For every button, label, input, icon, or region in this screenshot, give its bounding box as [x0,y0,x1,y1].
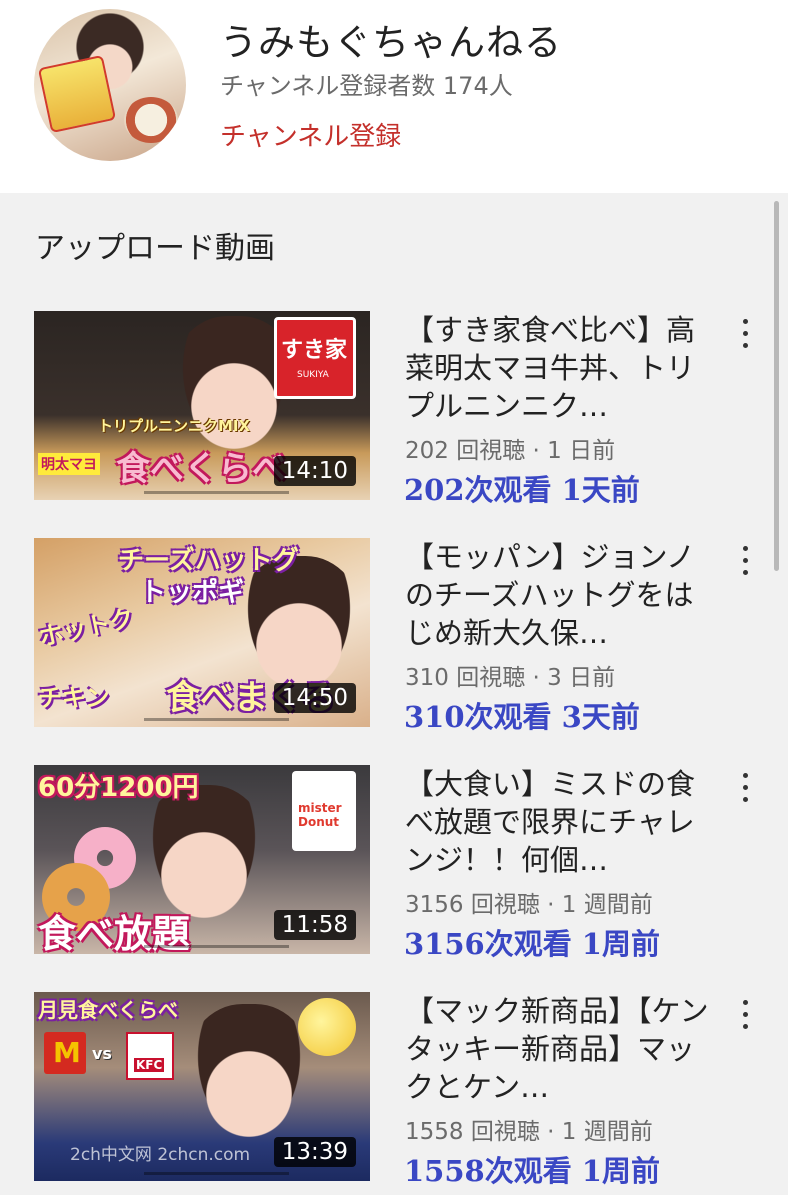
video-item[interactable]: mister Donut 60分1200円 食べ放題 11:58 【大食い】ミス… [0,765,788,961]
video-title[interactable]: 【すき家食べ比べ】高菜明太マヨ牛丼、トリプルニンニク… [405,311,710,425]
video-meta-translation: 310次观看 3天前 [404,700,640,734]
more-options-icon[interactable] [733,996,757,1032]
channel-header: うみもぐちゃんねる チャンネル登録者数 174人 チャンネル登録 [0,0,788,193]
video-meta: 1558 回視聴 · 1 週間前 [405,1119,653,1145]
video-item[interactable]: すき家 SUKIYA トリプルニンニクMIX 明太マヨ 食べくらべ 14:10 … [0,311,788,507]
mister-donut-logo: mister Donut [292,771,356,851]
avatar-badge-decoration [37,54,117,134]
subscribe-button[interactable]: チャンネル登録 [220,116,401,153]
sukiya-logo-text: すき家 [281,338,348,363]
mcdonalds-logo: M [44,1032,86,1074]
avatar-food-decoration [124,97,178,143]
video-title[interactable]: 【大食い】ミスドの食べ放題で限界にチャレンジ！！何個… [405,765,710,879]
thumbnail-caption-tag: 明太マヨ [38,453,100,475]
sukiya-logo-sub: SUKIYA [297,370,329,380]
subscriber-count: チャンネル登録者数 174人 [220,72,513,100]
thumbnail-progress-bar [144,945,289,948]
video-duration: 14:10 [273,456,356,486]
sukiya-logo: すき家 SUKIYA [274,317,356,399]
more-options-icon[interactable] [733,315,757,351]
kfc-logo: KFC [126,1032,174,1080]
video-duration: 13:39 [273,1137,356,1167]
thumbnail-caption-4: チキン [38,684,110,712]
thumbnail-caption-3: ホットク [36,604,137,652]
video-meta: 202 回視聴 · 1 日前 [405,438,616,464]
thumbnail-caption-2: トッポギ [140,578,245,608]
video-duration: 11:58 [273,910,356,940]
mcdonalds-logo-text: M [53,1036,81,1069]
video-thumbnail[interactable]: すき家 SUKIYA トリプルニンニクMIX 明太マヨ 食べくらべ 14:10 [34,311,370,500]
channel-avatar[interactable] [34,9,186,161]
kfc-logo-text: KFC [134,1058,165,1072]
channel-name: うみもぐちゃんねる [220,21,562,64]
thumbnail-progress-bar [144,718,289,721]
mister-donut-logo-text: mister Donut [298,801,342,829]
uploads-section: アップロード動画 すき家 SUKIYA トリプルニンニクMIX 明太マヨ 食べく… [0,193,788,1195]
moon-decoration [298,998,356,1056]
thumbnail-person [184,1004,314,1154]
video-meta-translation: 3156次观看 1周前 [404,927,660,961]
watermark: 2ch中文网 2chcn.com [70,1145,251,1165]
section-title: アップロード動画 [35,231,275,266]
video-duration: 14:50 [273,683,356,713]
vs-label: vs [92,1044,112,1063]
thumbnail-caption: 食べくらべ [116,449,286,489]
thumbnail-caption-top: 月見食べくらべ [38,998,178,1022]
video-item[interactable]: チーズハットグ トッポギ ホットク チキン 食べまくる 14:50 【モッパン】… [0,538,788,734]
video-title[interactable]: 【モッパン】ジョンノのチーズハットグをはじめ新大久保… [405,538,710,652]
video-thumbnail[interactable]: mister Donut 60分1200円 食べ放題 11:58 [34,765,370,954]
thumbnail-caption-small: トリプルニンニクMIX [98,417,251,435]
video-meta-translation: 1558次观看 1周前 [404,1154,660,1188]
video-meta-translation: 202次观看 1天前 [404,473,640,507]
video-thumbnail[interactable]: チーズハットグ トッポギ ホットク チキン 食べまくる 14:50 [34,538,370,727]
thumbnail-progress-bar [144,1172,289,1175]
more-options-icon[interactable] [733,769,757,805]
thumbnail-caption-top: 60分1200円 [38,773,199,803]
more-options-icon[interactable] [733,542,757,578]
video-meta: 310 回視聴 · 3 日前 [405,665,616,691]
thumbnail-progress-bar [144,491,289,494]
video-title[interactable]: 【マック新商品】【ケンタッキー新商品】マックとケン… [405,992,710,1106]
video-meta: 3156 回視聴 · 1 週間前 [405,892,653,918]
